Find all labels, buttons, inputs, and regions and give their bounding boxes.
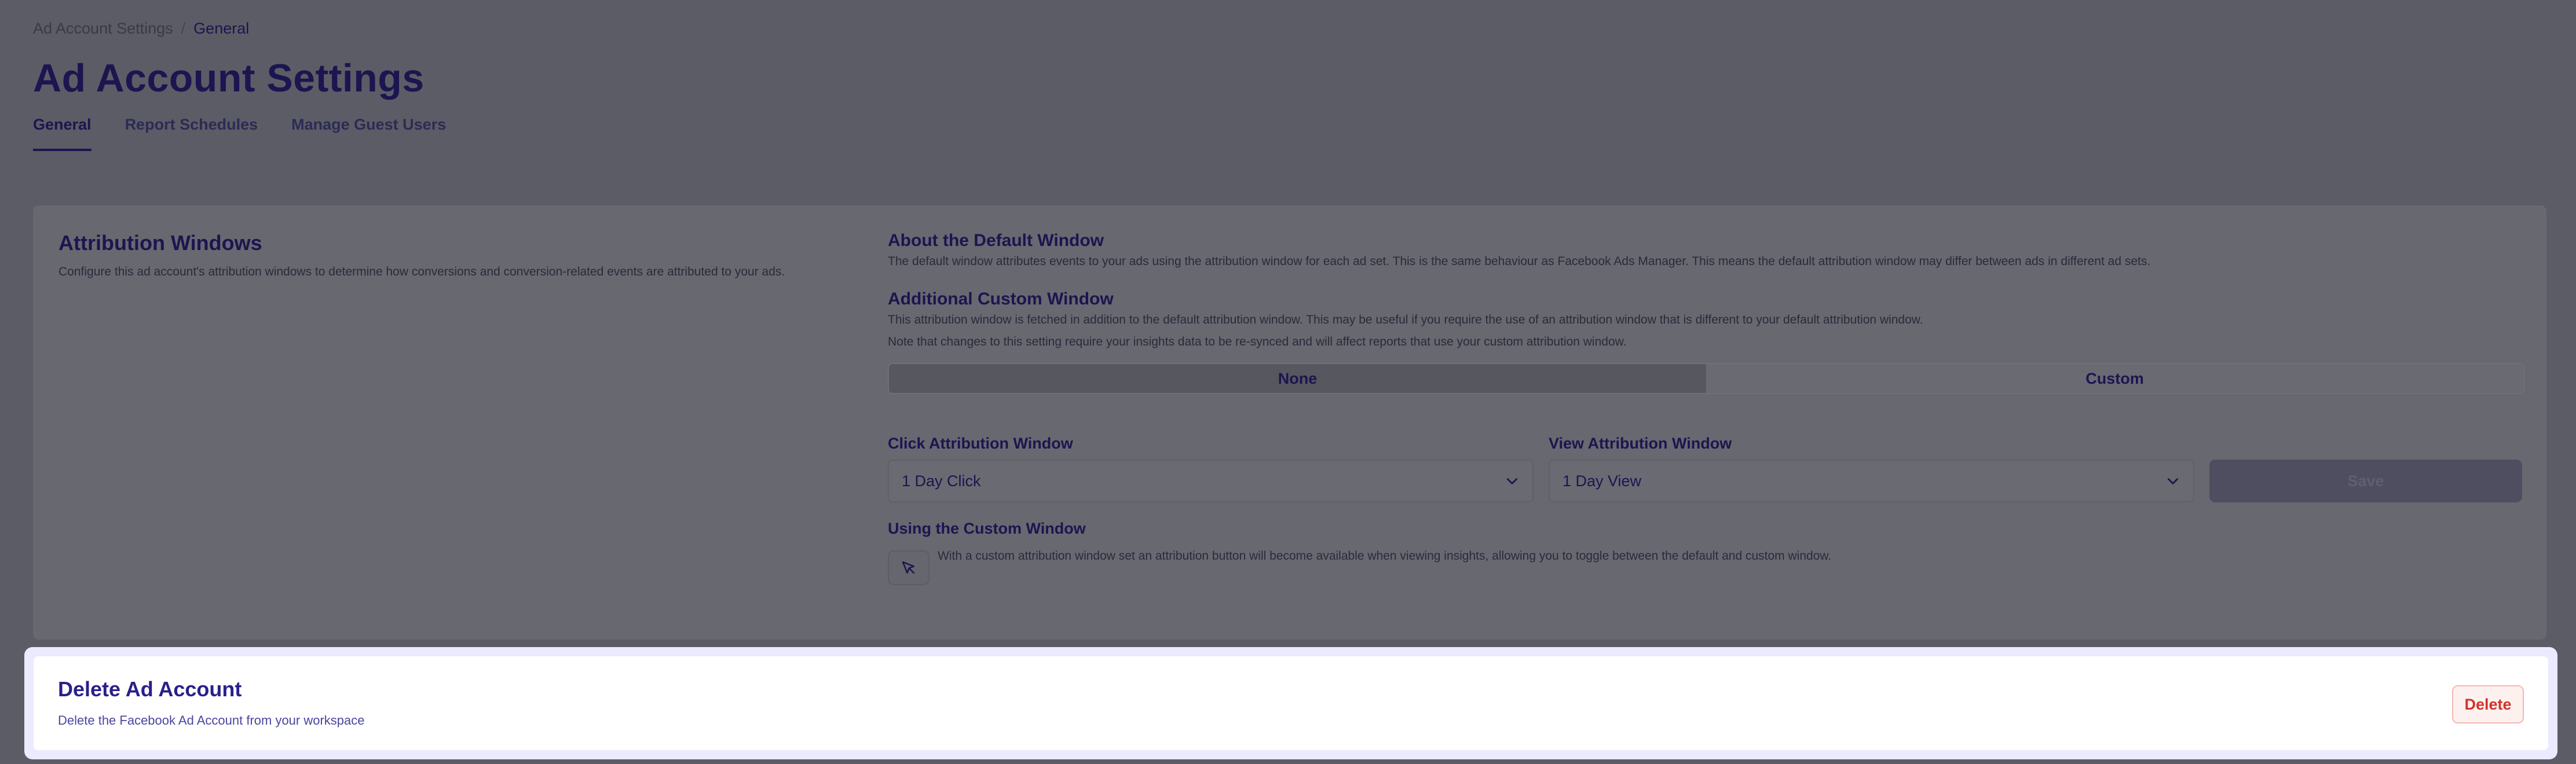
- breadcrumb: Ad Account Settings / General: [33, 20, 249, 38]
- tab-manage-guest-users[interactable]: Manage Guest Users: [291, 116, 446, 151]
- view-attribution-field: View Attribution Window 1 Day View: [1549, 435, 2194, 502]
- default-window-title: About the Default Window: [888, 231, 1104, 250]
- custom-window-toggle: None Custom: [888, 363, 2524, 394]
- attribution-title: Attribution Windows: [58, 231, 262, 255]
- chevron-down-icon: [1507, 478, 1517, 484]
- using-custom-window-title: Using the Custom Window: [888, 520, 1086, 537]
- attribution-intro: Attribution Windows Configure this ad ac…: [58, 231, 892, 280]
- delete-account-title: Delete Ad Account: [58, 677, 242, 701]
- view-attribution-label: View Attribution Window: [1549, 435, 1732, 452]
- custom-window-block: Additional Custom Window This attributio…: [888, 289, 2527, 349]
- cursor-pointer-icon: [902, 561, 914, 574]
- segment-custom[interactable]: Custom: [1706, 364, 2523, 393]
- delete-account-card: Delete Ad Account Delete the Facebook Ad…: [34, 656, 2548, 750]
- save-button[interactable]: Save: [2209, 460, 2522, 502]
- using-custom-window-description: With a custom attribution window set an …: [938, 549, 1832, 563]
- breadcrumb-separator: /: [181, 20, 186, 37]
- click-attribution-label: Click Attribution Window: [888, 435, 1073, 452]
- tab-general[interactable]: General: [33, 116, 92, 151]
- delete-account-description: Delete the Facebook Ad Account from your…: [58, 713, 365, 728]
- using-custom-window-row: With a custom attribution window set an …: [888, 545, 2527, 585]
- default-window-description: The default window attributes events to …: [888, 255, 2151, 268]
- view-attribution-select[interactable]: 1 Day View: [1549, 460, 2194, 502]
- breadcrumb-current: General: [193, 20, 250, 37]
- click-attribution-field: Click Attribution Window 1 Day Click: [888, 435, 1534, 502]
- delete-account-highlight: Delete Ad Account Delete the Facebook Ad…: [24, 647, 2557, 759]
- attribution-description: Configure this ad account's attribution …: [58, 265, 785, 278]
- view-attribution-value: 1 Day View: [1563, 472, 1642, 490]
- click-attribution-value: 1 Day Click: [902, 472, 981, 490]
- tab-report-schedules[interactable]: Report Schedules: [125, 116, 258, 151]
- using-custom-window: Using the Custom Window With a custom at…: [888, 520, 2527, 585]
- tab-bar: General Report Schedules Manage Guest Us…: [33, 116, 446, 151]
- attribution-toggle-button[interactable]: [888, 550, 930, 585]
- segment-none[interactable]: None: [889, 364, 1706, 393]
- chevron-down-icon: [2168, 478, 2178, 484]
- custom-window-title: Additional Custom Window: [888, 289, 1114, 308]
- custom-window-description: This attribution window is fetched in ad…: [888, 313, 1923, 326]
- delete-button[interactable]: Delete: [2452, 685, 2524, 723]
- breadcrumb-parent-link[interactable]: Ad Account Settings: [33, 20, 173, 38]
- attribution-fields: Click Attribution Window 1 Day Click Vie…: [888, 435, 2527, 502]
- attribution-windows-card: Attribution Windows Configure this ad ac…: [33, 205, 2546, 640]
- click-attribution-select[interactable]: 1 Day Click: [888, 460, 1534, 502]
- attribution-settings: About the Default Window The default win…: [888, 231, 2527, 585]
- page-title: Ad Account Settings: [33, 56, 425, 100]
- custom-window-note: Note that changes to this setting requir…: [888, 335, 1627, 348]
